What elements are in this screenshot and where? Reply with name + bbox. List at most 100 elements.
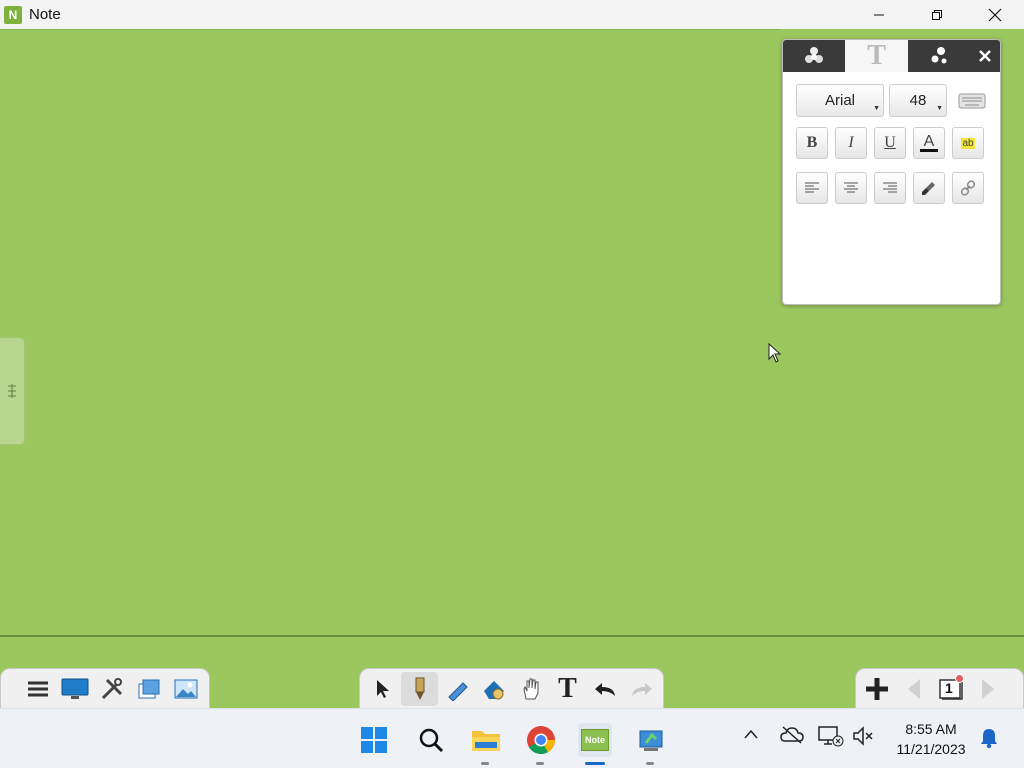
image-button[interactable]: [167, 672, 204, 706]
dots-icon: [931, 47, 947, 64]
search-button[interactable]: [414, 723, 448, 757]
search-icon: [419, 728, 444, 753]
arrow-right-icon: [981, 678, 994, 699]
file-explorer-button[interactable]: [469, 723, 503, 765]
clock-time: 8:55 AM: [905, 721, 957, 737]
note-app-button[interactable]: Note: [578, 723, 612, 765]
note-app-icon: N: [4, 5, 22, 24]
italic-button[interactable]: I: [835, 127, 867, 159]
side-panel-toggle[interactable]: [0, 337, 25, 445]
show-hidden-icons-button[interactable]: [743, 727, 759, 745]
font-family-value: Arial: [824, 92, 855, 109]
redo-button[interactable]: [623, 672, 660, 706]
close-icon: [988, 8, 1002, 21]
canvas-top-rule: [0, 29, 780, 30]
folder-icon: [472, 731, 500, 751]
network-status[interactable]: [818, 725, 844, 752]
bold-button[interactable]: B: [796, 127, 828, 159]
tab-text[interactable]: T: [845, 40, 908, 72]
highlighter-icon: [447, 681, 468, 701]
arrow-cursor-icon: [376, 679, 389, 698]
page-number: 1: [945, 679, 953, 696]
align-center-button[interactable]: [835, 172, 867, 204]
close-button[interactable]: [966, 0, 1024, 29]
undo-icon: [594, 682, 615, 696]
font-size-select[interactable]: 48 ▼: [889, 84, 947, 117]
minimize-button[interactable]: [850, 0, 908, 29]
next-page-button[interactable]: [969, 672, 1006, 706]
drawing-toolbar: T: [359, 668, 664, 708]
notifications-button[interactable]: [979, 727, 999, 754]
menu-button[interactable]: [19, 672, 56, 706]
chrome-button[interactable]: [524, 723, 558, 765]
desktop-button[interactable]: [56, 672, 93, 706]
monitor-icon: [61, 678, 88, 699]
onedrive-status[interactable]: [780, 725, 804, 750]
page-indicator[interactable]: 1: [932, 672, 969, 706]
speaker-muted-icon: [853, 726, 873, 746]
side-panel-icon: [8, 384, 16, 398]
whiteboard-app-button[interactable]: [634, 723, 668, 765]
chrome-icon: [527, 726, 555, 754]
underline-button[interactable]: U: [874, 127, 906, 159]
pages-button[interactable]: [130, 672, 167, 706]
align-left-button[interactable]: [796, 172, 828, 204]
picture-icon: [174, 679, 197, 698]
hand-icon: [522, 678, 538, 699]
page-toolbar: 1: [855, 668, 1024, 708]
panel-tab-bar: T: [783, 40, 1000, 72]
note-taskbar-icon: Note: [581, 729, 609, 751]
chevron-down-icon: ▼: [936, 105, 943, 112]
keyboard-button[interactable]: [954, 84, 990, 117]
add-page-button[interactable]: [858, 672, 895, 706]
text-tool[interactable]: T: [549, 672, 586, 706]
format-painter-button[interactable]: [913, 172, 945, 204]
link-icon: [960, 180, 976, 196]
text-color-button[interactable]: A: [913, 127, 945, 159]
cloud-offline-icon: [780, 726, 804, 744]
tab-effects[interactable]: [908, 40, 970, 72]
system-clock[interactable]: 8:55 AM 11/21/2023: [878, 719, 984, 759]
tools-icon: [101, 677, 122, 699]
pan-tool[interactable]: [512, 672, 549, 706]
running-indicator: [536, 762, 544, 765]
tab-object-properties[interactable]: [783, 40, 845, 72]
windows-taskbar: Note 8:55 AM 11/21/2023: [0, 708, 1024, 768]
hyperlink-button[interactable]: [952, 172, 984, 204]
font-row: Arial ▼ 48 ▼: [796, 84, 990, 117]
chevron-down-icon: ▼: [873, 105, 880, 112]
highlight-glyph: ab: [961, 137, 975, 149]
windows-logo-icon: [361, 727, 387, 753]
arrow-left-icon: [907, 678, 920, 699]
chevron-up-icon: [744, 729, 758, 739]
panel-close-button[interactable]: [970, 40, 1000, 72]
start-button[interactable]: [357, 723, 391, 757]
highlight-button[interactable]: ab: [952, 127, 984, 159]
brush-icon: [922, 182, 935, 195]
whiteboard-app-icon: [639, 730, 663, 751]
volume-status[interactable]: [852, 725, 876, 752]
tools-button[interactable]: [93, 672, 130, 706]
pen-icon: [415, 677, 424, 700]
previous-page-button[interactable]: [895, 672, 932, 706]
bell-icon: [981, 729, 997, 749]
select-tool[interactable]: [364, 672, 401, 706]
text-properties-panel: T Arial ▼ 48 ▼ B I U A ab: [782, 39, 1001, 305]
font-family-select[interactable]: Arial ▼: [796, 84, 884, 117]
left-toolbar: [0, 668, 210, 708]
restore-button[interactable]: [908, 0, 966, 29]
running-indicator: [481, 762, 489, 765]
running-indicator: [646, 762, 654, 765]
title-bar: N Note: [0, 0, 1024, 29]
align-right-button[interactable]: [874, 172, 906, 204]
window-title: Note: [29, 6, 61, 23]
eraser-tool[interactable]: [475, 672, 512, 706]
undo-button[interactable]: [586, 672, 623, 706]
highlighter-tool[interactable]: [438, 672, 475, 706]
font-size-value: 48: [909, 92, 927, 109]
alignment-row: [796, 172, 991, 204]
restore-icon: [932, 9, 942, 20]
minimize-icon: [874, 14, 884, 15]
pen-tool[interactable]: [401, 671, 438, 706]
active-indicator: [585, 762, 605, 765]
